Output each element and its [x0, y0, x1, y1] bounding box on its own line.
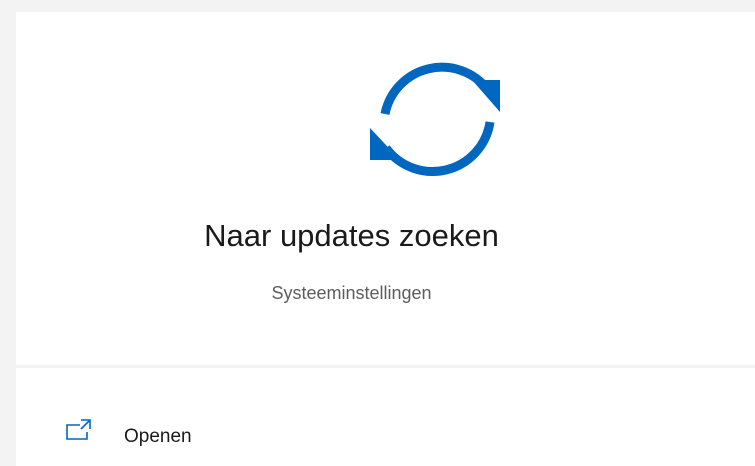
open-external-icon [66, 419, 91, 440]
open-action-label: Openen [124, 426, 192, 447]
result-category: Systeeminstellingen [271, 283, 432, 303]
result-hero: Naar updates zoeken Systeeminstellingen [16, 12, 755, 365]
open-action[interactable]: Openen [16, 368, 755, 466]
result-title: Naar updates zoeken [204, 218, 499, 253]
search-result-panel: Naar updates zoeken Systeeminstellingen … [16, 12, 755, 466]
sync-icon [370, 62, 500, 176]
